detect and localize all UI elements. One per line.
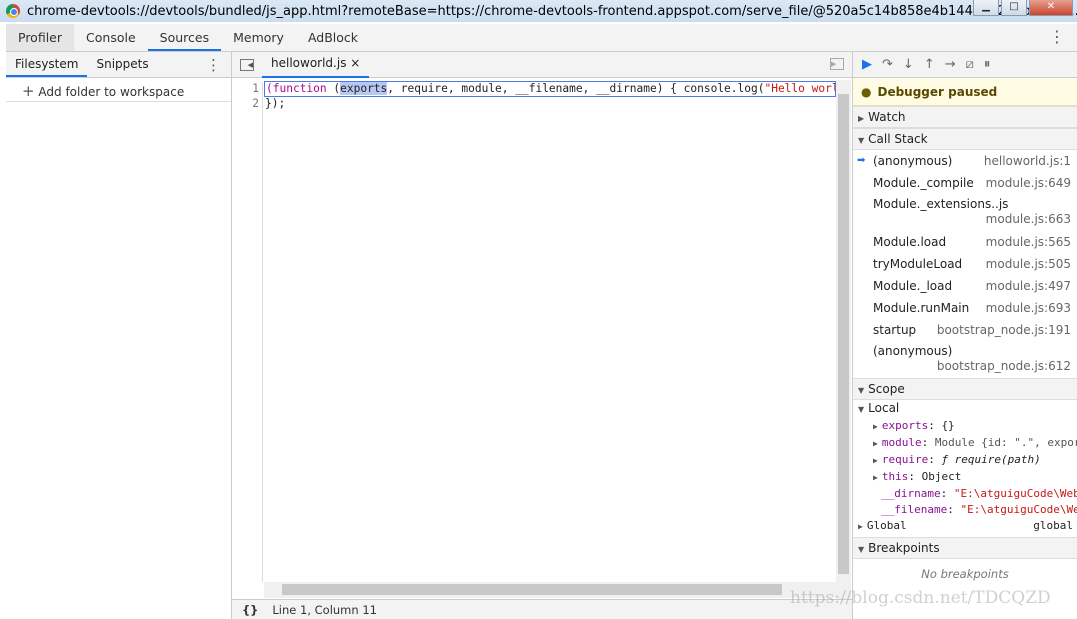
collapsed-triangle-icon: ▶	[873, 439, 878, 448]
code-line-1[interactable]: (function (exports, require, module, __f…	[264, 81, 836, 97]
step-into-icon[interactable]: ↓	[903, 57, 914, 72]
call-stack-section-header[interactable]: ▼ Call Stack	[853, 128, 1077, 150]
navigator-panel: Filesystem Snippets ⋮ + Add folder to wo…	[6, 52, 232, 619]
call-frame[interactable]: Module._load module.js:497	[853, 275, 1077, 297]
window-title: chrome-devtools://devtools/bundled/js_ap…	[27, 3, 1077, 19]
current-frame-arrow-icon: ➡	[857, 155, 866, 166]
pause-on-exceptions-icon[interactable]: ⏸	[984, 57, 991, 72]
scope-variable[interactable]: ▶module: Module {id: ".", exports	[853, 435, 1077, 452]
scope-variable[interactable]: __dirname: "E:\atguiguCode\Web	[853, 486, 1077, 502]
watch-section-header[interactable]: ▶ Watch	[853, 106, 1077, 128]
info-icon: ●	[861, 84, 872, 99]
toggle-navigator-icon[interactable]: ◀	[240, 58, 254, 71]
scope-variable[interactable]: ▶ exports: {}	[853, 418, 1077, 435]
scope-variable[interactable]: ▶ require: ƒ require(path)	[853, 452, 1077, 469]
code-line-2[interactable]: });	[265, 97, 285, 111]
tab-helloworld-js[interactable]: helloworld.js ×	[262, 51, 370, 78]
expanded-triangle-icon: ▼	[858, 136, 865, 145]
breakpoints-section-header[interactable]: ▼ Breakpoints	[853, 537, 1077, 559]
pretty-print-icon[interactable]: {}	[242, 603, 258, 617]
vertical-scrollbar[interactable]	[836, 80, 851, 608]
collapsed-triangle-icon: ▶	[858, 114, 865, 123]
tab-sources[interactable]: Sources	[147, 24, 222, 51]
editor-statusbar: {} Line 1, Column 11	[232, 599, 852, 619]
call-frame[interactable]: tryModuleLoad module.js:505	[853, 253, 1077, 275]
debugger-paused-banner: ● Debugger paused	[853, 78, 1077, 106]
debugger-sidebar: ▶︎ ↷ ↓ ↑ → ⧄ ⏸ ● Debugger paused ▶ Watch ▼…	[852, 52, 1077, 619]
scope-section-header[interactable]: ▼ Scope	[853, 378, 1077, 400]
close-window-button[interactable]: ✕	[1029, 0, 1073, 16]
scope-variable[interactable]: ▶ this: Object	[853, 469, 1077, 486]
tab-adblock[interactable]: AdBlock	[296, 24, 370, 51]
toggle-debugger-icon[interactable]: ▶	[830, 58, 844, 70]
deactivate-breakpoints-icon[interactable]: ⧄	[966, 57, 974, 72]
collapsed-triangle-icon: ▶	[873, 473, 878, 482]
watermark: https://blog.csdn.net/TDCQZD	[790, 588, 1051, 608]
call-frame[interactable]: startup bootstrap_node.js:191	[853, 319, 1077, 341]
tab-profiler[interactable]: Profiler	[6, 24, 75, 51]
window-titlebar: chrome-devtools://devtools/bundled/js_ap…	[0, 0, 1077, 22]
cursor-position: Line 1, Column 11	[272, 602, 377, 617]
call-frame[interactable]: Module.load module.js:565	[853, 231, 1077, 253]
add-folder-button[interactable]: + Add folder to workspace	[6, 78, 231, 102]
navigator-menu-icon[interactable]: ⋮	[206, 56, 221, 74]
scope-local[interactable]: ▼ Local	[853, 400, 1077, 418]
close-tab-icon[interactable]: ×	[350, 56, 360, 70]
expanded-triangle-icon: ▼	[858, 386, 865, 395]
tab-memory[interactable]: Memory	[221, 24, 296, 51]
more-options-icon[interactable]: ⋮	[1049, 29, 1065, 45]
step-icon[interactable]: →	[945, 57, 956, 72]
resume-icon[interactable]: ▶︎	[862, 57, 872, 72]
call-frame[interactable]: Module.runMain module.js:693	[853, 297, 1077, 319]
scope-variable[interactable]: __filename: "E:\atguiguCode\We	[853, 502, 1077, 518]
call-frame[interactable]: Module._compile module.js:649	[853, 172, 1077, 194]
editor-panel: ◀ helloworld.js × ▶ 12 (function (export…	[232, 52, 852, 619]
scope-global[interactable]: ▶ Global global	[853, 518, 1077, 537]
step-over-icon[interactable]: ↷	[882, 57, 893, 72]
main-tabbar: Profiler Console Sources Memory AdBlock	[6, 24, 1077, 52]
call-frame[interactable]: (anonymous) bootstrap_node.js:612	[853, 341, 1077, 378]
collapsed-triangle-icon: ▶	[873, 456, 878, 465]
collapsed-triangle-icon: ▶	[873, 422, 878, 431]
horizontal-scrollbar[interactable]	[264, 582, 836, 598]
call-frame[interactable]: ➡ (anonymous) helloworld.js:1	[853, 150, 1077, 172]
tab-console[interactable]: Console	[74, 24, 148, 51]
plus-icon: +	[22, 82, 35, 100]
tab-filesystem[interactable]: Filesystem	[6, 52, 88, 77]
line-gutter: 12	[232, 82, 263, 582]
call-frame[interactable]: Module._extensions..js module.js:663	[853, 194, 1077, 231]
step-out-icon[interactable]: ↑	[924, 57, 935, 72]
maximize-button[interactable]: □	[1001, 0, 1027, 16]
tab-snippets[interactable]: Snippets	[87, 52, 157, 77]
no-breakpoints-message: No breakpoints	[921, 567, 1009, 581]
minimize-button[interactable]: ▁	[973, 0, 999, 16]
chrome-logo-icon	[6, 4, 20, 18]
